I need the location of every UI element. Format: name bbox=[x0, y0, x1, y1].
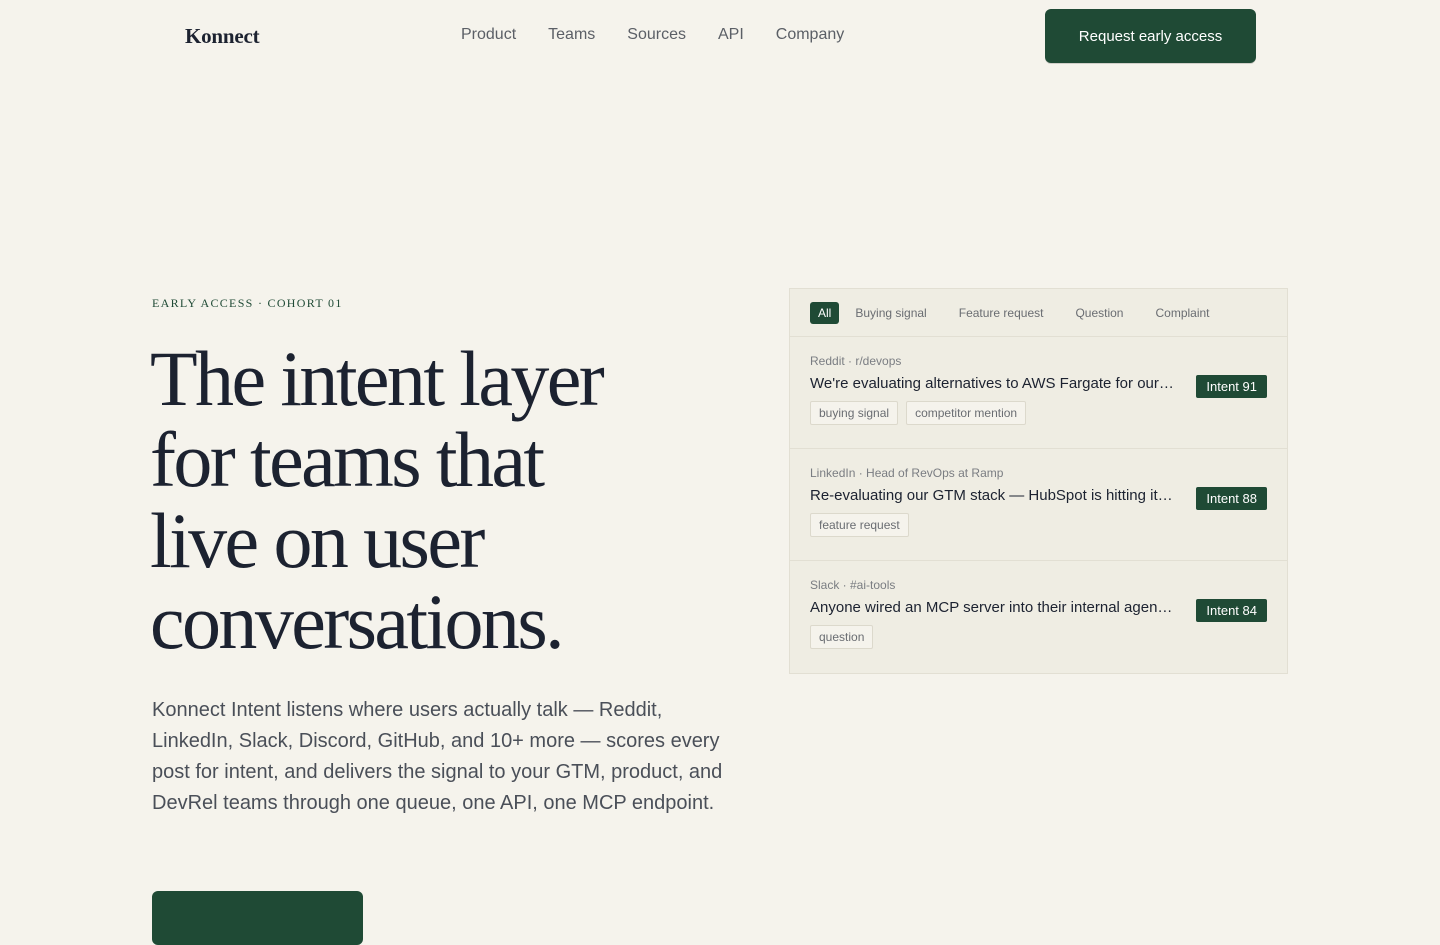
feed-item-source: LinkedIn · Head of RevOps at Ramp bbox=[810, 466, 1004, 480]
tag: competitor mention bbox=[906, 401, 1027, 425]
nav-link-product[interactable]: Product bbox=[461, 26, 516, 44]
feed-item-tags: question bbox=[810, 625, 1267, 649]
nav-link-teams[interactable]: Teams bbox=[548, 26, 595, 44]
nav-link-sources[interactable]: Sources bbox=[627, 26, 686, 44]
nav-links: Product Teams Sources API Company bbox=[461, 26, 844, 44]
feed-item-title[interactable]: Anyone wired an MCP server into their in… bbox=[810, 599, 1176, 616]
feed-item-tags: feature request bbox=[810, 513, 1267, 537]
eyebrow-label: EARLY ACCESS · COHORT 01 bbox=[152, 296, 343, 310]
filter-chip-complaint[interactable]: Complaint bbox=[1147, 302, 1217, 324]
feed-item-title[interactable]: We're evaluating alternatives to AWS Far… bbox=[810, 375, 1176, 392]
feed-item-source: Reddit · r/devops bbox=[810, 354, 902, 368]
tag: feature request bbox=[810, 513, 909, 537]
headline-line: for teams that bbox=[150, 416, 545, 503]
feed-item-title[interactable]: Re-evaluating our GTM stack — HubSpot is… bbox=[810, 487, 1176, 504]
filter-bar: All Buying signal Feature request Questi… bbox=[790, 289, 1287, 337]
feed-item[interactable]: Slack · #ai-tools Anyone wired an MCP se… bbox=[790, 561, 1287, 673]
logo[interactable]: Konnect bbox=[185, 24, 260, 49]
nav-link-api[interactable]: API bbox=[718, 26, 744, 44]
feed-item[interactable]: LinkedIn · Head of RevOps at Ramp Re-eva… bbox=[790, 449, 1287, 561]
hero-subtext: Konnect Intent listens where users actua… bbox=[152, 699, 723, 814]
filter-chip-all[interactable]: All bbox=[810, 301, 840, 324]
filter-chip-question[interactable]: Question bbox=[1067, 302, 1131, 324]
feed-item-source: Slack · #ai-tools bbox=[810, 578, 896, 592]
nav-link-company[interactable]: Company bbox=[776, 26, 844, 44]
hero-cta-button[interactable] bbox=[152, 891, 363, 945]
tag: question bbox=[810, 625, 874, 649]
intent-score-badge: Intent 84 bbox=[1196, 599, 1267, 622]
intent-score-badge: Intent 91 bbox=[1196, 375, 1267, 398]
headline-line: conversations. bbox=[150, 578, 565, 665]
request-access-button[interactable]: Request early access bbox=[1045, 9, 1256, 63]
headline-line: The intent layer bbox=[150, 335, 605, 422]
filter-chip-buying-signal[interactable]: Buying signal bbox=[847, 302, 934, 324]
feed-item[interactable]: Reddit · r/devops We're evaluating alter… bbox=[790, 337, 1287, 449]
feed-item-tags: buying signal competitor mention bbox=[810, 401, 1267, 425]
intent-feed-panel: All Buying signal Feature request Questi… bbox=[789, 288, 1288, 674]
tag: buying signal bbox=[810, 401, 899, 425]
intent-score-badge: Intent 88 bbox=[1196, 487, 1267, 510]
top-nav: Konnect Product Teams Sources API Compan… bbox=[0, 0, 1440, 72]
headline-line: live on user bbox=[150, 497, 485, 584]
filter-chip-feature-request[interactable]: Feature request bbox=[951, 302, 1052, 324]
hero-headline: The intent layer for teams that live on … bbox=[150, 338, 710, 662]
